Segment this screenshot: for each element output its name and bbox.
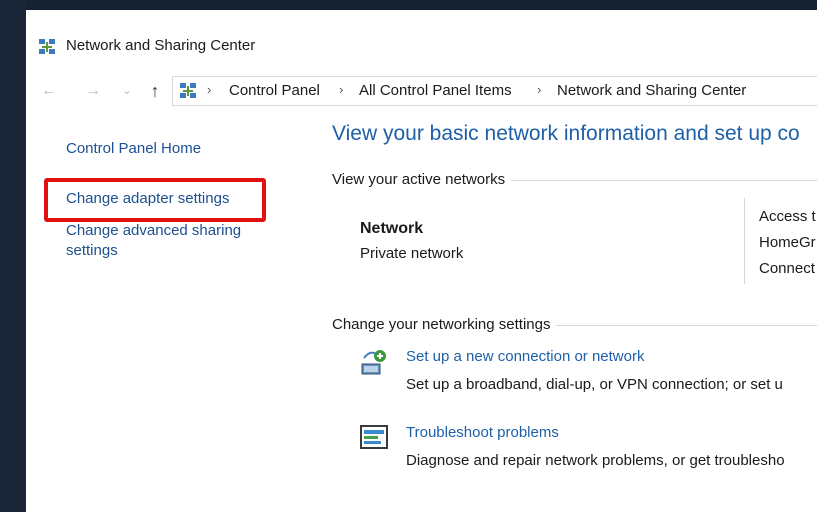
control-panel-icon	[180, 83, 196, 98]
troubleshoot-icon	[360, 425, 388, 449]
setup-connection-link[interactable]: Set up a new connection or network	[406, 348, 644, 365]
title-bar[interactable]: Network and Sharing Center	[26, 10, 817, 72]
sidebar-item-advanced-sharing[interactable]: Change advanced sharing	[66, 222, 241, 239]
back-arrow-icon[interactable]: ←	[38, 80, 60, 102]
new-connection-icon	[361, 350, 386, 375]
page-title: View your basic network information and …	[332, 122, 800, 145]
breadcrumb-separator-icon[interactable]: ›	[537, 82, 541, 97]
desktop-background-left	[0, 0, 26, 512]
network-column-divider	[744, 198, 745, 284]
breadcrumb-separator-icon[interactable]: ›	[207, 82, 211, 97]
troubleshoot-link[interactable]: Troubleshoot problems	[406, 424, 559, 441]
change-settings-label: Change your networking settings	[332, 316, 557, 333]
address-bar[interactable]: › Control Panel › All Control Panel Item…	[172, 76, 817, 106]
troubleshoot-description: Diagnose and repair network problems, or…	[406, 452, 785, 469]
navigation-bar: ← → ⌄ ↑ › Control Panel › All Control Pa…	[26, 76, 817, 106]
network-name: Network	[360, 220, 424, 237]
network-type: Private network	[360, 245, 464, 262]
access-type-label: Access t	[759, 208, 816, 225]
setup-connection-description: Set up a broadband, dial-up, or VPN conn…	[406, 376, 783, 393]
active-networks-label: View your active networks	[332, 171, 512, 188]
recent-locations-chevron-icon[interactable]: ⌄	[116, 80, 138, 102]
highlight-box	[44, 178, 266, 222]
sidebar-item-advanced-sharing-cont[interactable]: settings	[66, 242, 118, 259]
breadcrumb-separator-icon[interactable]: ›	[339, 82, 343, 97]
desktop-background-top	[0, 0, 817, 10]
breadcrumb-control-panel[interactable]: Control Panel	[229, 82, 320, 99]
network-sharing-window: Network and Sharing Center ← → ⌄ ↑ › Con…	[26, 10, 817, 512]
sidebar-item-control-panel-home[interactable]: Control Panel Home	[66, 140, 201, 157]
breadcrumb-all-items[interactable]: All Control Panel Items	[359, 82, 512, 99]
network-center-icon	[39, 39, 55, 54]
window-title: Network and Sharing Center	[66, 37, 256, 54]
homegroup-label: HomeGr	[759, 234, 816, 251]
up-arrow-icon[interactable]: ↑	[144, 80, 166, 102]
breadcrumb-network-center[interactable]: Network and Sharing Center	[557, 82, 746, 99]
forward-arrow-icon[interactable]: →	[82, 80, 104, 102]
connections-label: Connect	[759, 260, 815, 277]
